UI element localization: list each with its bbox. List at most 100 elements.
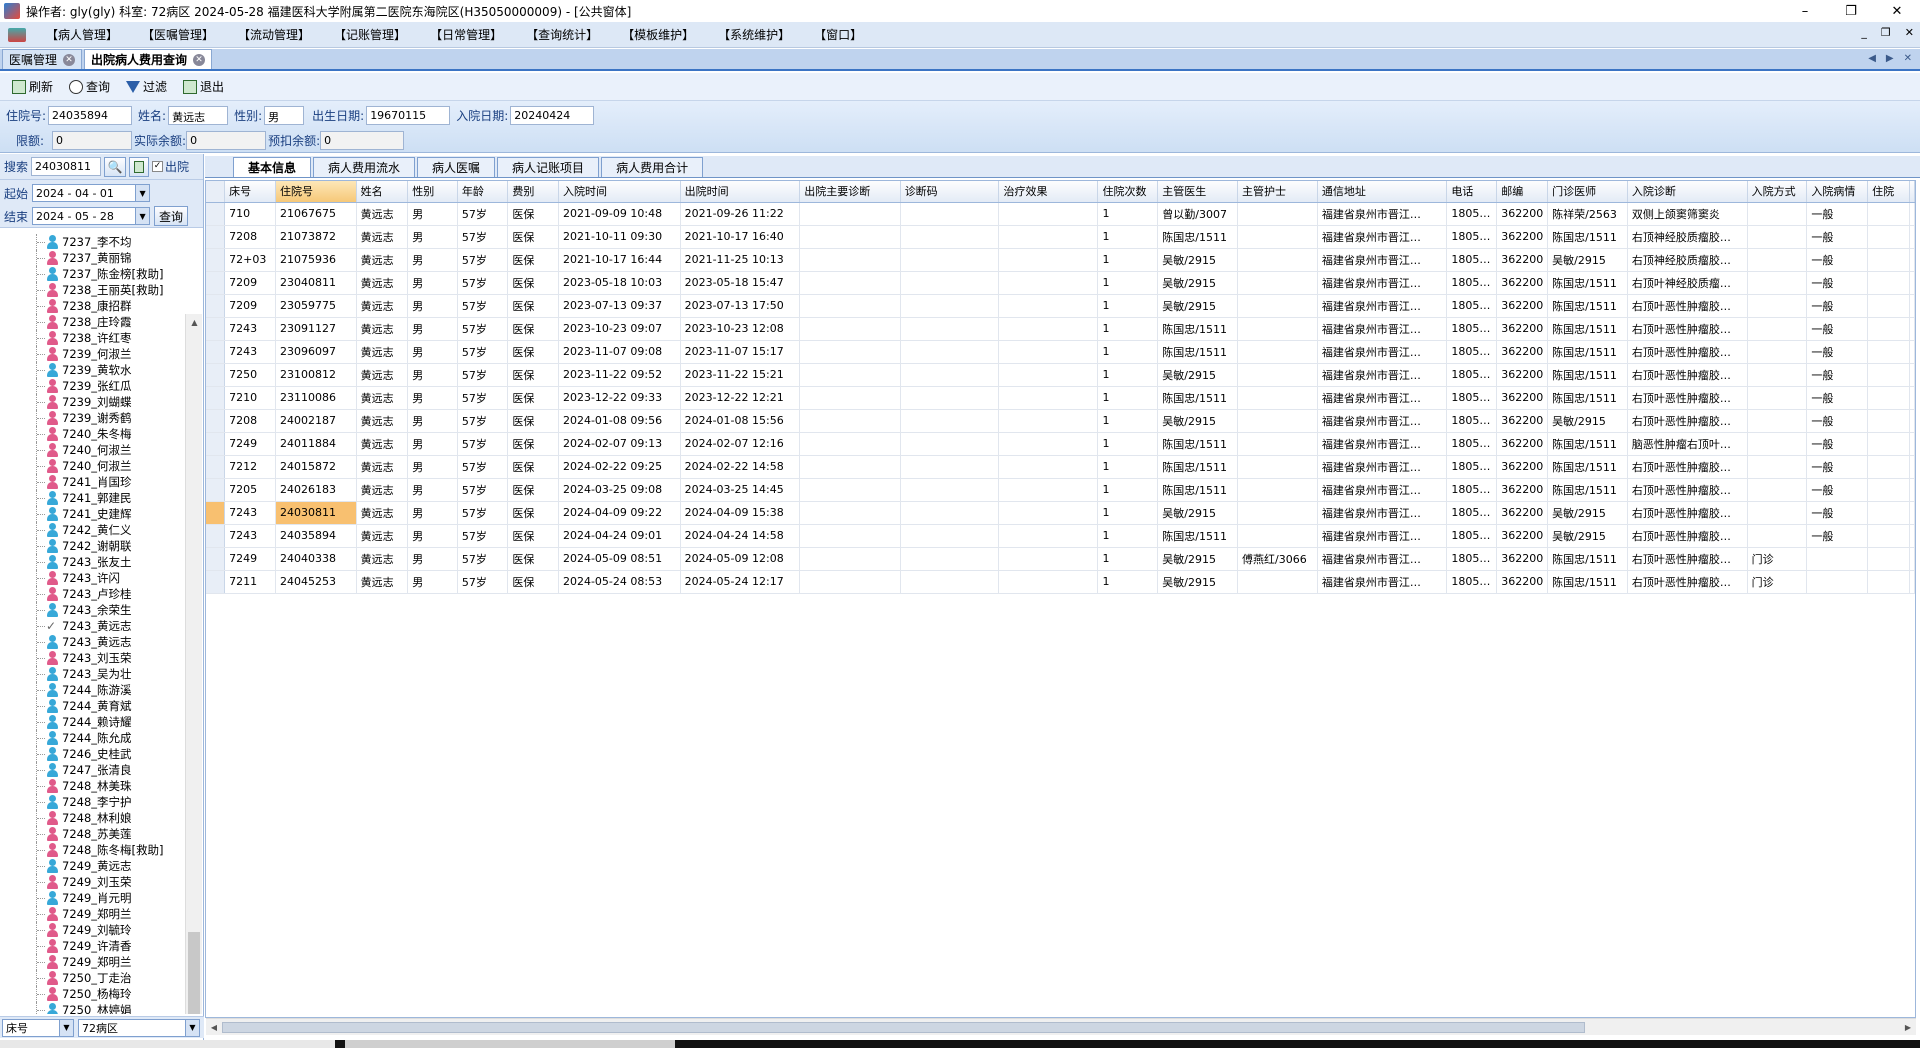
table-cell[interactable] <box>1237 501 1318 525</box>
patient-tree-item[interactable]: 7239_何淑兰 <box>0 346 185 362</box>
table-cell[interactable]: 57岁 <box>457 294 509 318</box>
row-header[interactable] <box>206 386 226 410</box>
table-cell[interactable] <box>998 202 1099 226</box>
patient-tree-item[interactable]: 7250_林婷娟 <box>0 1002 185 1014</box>
table-cell[interactable]: 福建省泉州市晋江… <box>1317 202 1448 226</box>
minimize-button[interactable]: – <box>1782 0 1828 22</box>
table-cell[interactable] <box>799 386 901 410</box>
table-cell[interactable] <box>998 340 1099 364</box>
close-button[interactable]: ✕ <box>1874 0 1920 22</box>
table-cell[interactable] <box>1237 386 1318 410</box>
table-row[interactable]: 7211 24045253 黄远志男 57岁 医保 2024-05-24 08:53 202… <box>206 570 1915 594</box>
table-cell[interactable] <box>998 455 1099 479</box>
table-cell[interactable]: 1 <box>1097 271 1159 295</box>
table-cell[interactable] <box>900 363 1000 387</box>
table-cell[interactable]: 2024-02-22 09:25 <box>558 455 681 479</box>
table-cell[interactable]: 陈国忠/1511 <box>1157 386 1239 410</box>
refresh-button[interactable]: 刷新 <box>6 76 59 98</box>
table-row[interactable]: 7243 23091127 黄远志男 57岁 医保 2023-10-23 09:07 202… <box>206 317 1915 341</box>
patient-tree-item[interactable]: 7237_李不均 <box>0 234 185 250</box>
table-cell[interactable]: 24040338 <box>275 547 357 571</box>
table-row[interactable]: 7210 23110086 黄远志男 57岁 医保 2023-12-22 09:33 202… <box>206 386 1915 410</box>
table-cell[interactable]: 2024-02-22 14:58 <box>680 455 801 479</box>
table-cell[interactable]: 1805… <box>1446 409 1498 433</box>
table-cell[interactable]: 一般 <box>1806 248 1869 272</box>
table-cell[interactable]: 右顶叶恶性肿瘤胶… <box>1627 455 1748 479</box>
patient-tree-item[interactable]: 7247_张清良 <box>0 762 185 778</box>
scroll-left-icon[interactable]: ◀ <box>206 1019 222 1036</box>
table-cell[interactable]: 医保 <box>507 271 559 295</box>
table-cell[interactable]: 362200 <box>1496 478 1549 502</box>
menu-patient-management[interactable]: 【病人管理】 <box>34 26 130 43</box>
table-cell[interactable]: 57岁 <box>457 570 509 594</box>
table-cell[interactable]: 2024-01-08 15:56 <box>680 409 801 433</box>
column-header[interactable]: 邮编 <box>1496 181 1549 203</box>
table-cell[interactable]: 1 <box>1097 202 1159 226</box>
table-cell[interactable]: 吴敏/2915 <box>1547 409 1628 433</box>
table-cell[interactable]: 医保 <box>507 317 559 341</box>
column-header[interactable]: 年龄 <box>457 181 509 203</box>
patient-tree-item[interactable]: 7243_卢珍桂 <box>0 586 185 602</box>
table-cell[interactable]: 男 <box>407 455 458 479</box>
table-cell[interactable]: 傅燕红/3066 <box>1237 547 1318 571</box>
menu-billing-management[interactable]: 【记账管理】 <box>322 26 418 43</box>
table-cell[interactable]: 福建省泉州市晋江… <box>1317 363 1448 387</box>
table-cell[interactable]: 男 <box>407 386 458 410</box>
mdi-close-button[interactable]: ✕ <box>1905 26 1914 39</box>
table-cell[interactable]: 2024-04-24 14:58 <box>680 524 801 548</box>
table-cell[interactable]: 福建省泉州市晋江… <box>1317 386 1448 410</box>
table-cell[interactable]: 7209 <box>224 294 276 318</box>
table-cell[interactable]: 362200 <box>1496 317 1549 341</box>
table-cell[interactable]: 2023-05-18 15:47 <box>680 271 801 295</box>
table-cell[interactable]: 24045253 <box>275 570 357 594</box>
table-cell[interactable]: 362200 <box>1496 225 1549 249</box>
table-cell[interactable]: 右顶神经胶质瘤胶… <box>1627 248 1748 272</box>
admission-no-field[interactable]: 24035894 <box>48 105 133 125</box>
table-cell[interactable] <box>900 501 1000 525</box>
table-cell[interactable]: 57岁 <box>457 432 509 456</box>
table-cell[interactable]: 7208 <box>224 225 276 249</box>
start-date-picker[interactable]: 2024 - 04 - 01 ▼ <box>32 184 151 202</box>
table-cell[interactable] <box>799 363 901 387</box>
column-header[interactable]: 门诊医师 <box>1547 181 1628 203</box>
table-cell[interactable]: 福建省泉州市晋江… <box>1317 294 1448 318</box>
table-cell[interactable]: 2024-02-07 12:16 <box>680 432 801 456</box>
table-cell[interactable]: 福建省泉州市晋江… <box>1317 478 1448 502</box>
table-cell[interactable]: 一般 <box>1806 225 1869 249</box>
menu-daily-management[interactable]: 【日常管理】 <box>418 26 514 43</box>
table-cell[interactable]: 陈国忠/1511 <box>1157 524 1239 548</box>
patient-tree-item[interactable]: 7249_肖元明 <box>0 890 185 906</box>
table-cell[interactable]: 右顶叶恶性肿瘤胶… <box>1627 524 1748 548</box>
patient-tree-item[interactable]: 7243_张友土 <box>0 554 185 570</box>
patient-tree-item[interactable]: ✓ 7243_黄远志 <box>0 618 185 634</box>
table-row[interactable]: 7243 24030811 黄远志男 57岁 医保 2024-04-09 09:22 202… <box>206 501 1915 525</box>
table-cell[interactable]: 7209 <box>224 271 276 295</box>
table-cell[interactable] <box>900 294 1000 318</box>
column-header[interactable]: 床号 <box>224 181 276 203</box>
row-header[interactable] <box>206 524 226 548</box>
actual-balance-field[interactable]: 0 <box>186 130 267 150</box>
patient-tree-item[interactable]: 7242_黄仁义 <box>0 522 185 538</box>
table-cell[interactable]: 医保 <box>507 455 559 479</box>
table-cell[interactable]: 吴敏/2915 <box>1157 294 1239 318</box>
table-cell[interactable] <box>1747 363 1808 387</box>
table-cell[interactable]: 362200 <box>1496 524 1549 548</box>
table-cell[interactable] <box>900 248 1000 272</box>
patient-tree-item[interactable]: 7240_何淑兰 <box>0 442 185 458</box>
table-cell[interactable] <box>900 202 1000 226</box>
table-cell[interactable]: 2024-05-09 08:51 <box>558 547 681 571</box>
table-cell[interactable]: 7211 <box>224 570 276 594</box>
table-cell[interactable]: 2023-12-22 12:21 <box>680 386 801 410</box>
table-cell[interactable]: 1 <box>1097 225 1159 249</box>
table-cell[interactable] <box>998 409 1099 433</box>
patient-tree-item[interactable]: 7237_陈金榜[救助] <box>0 266 185 282</box>
table-cell[interactable]: 1 <box>1097 547 1159 571</box>
patient-tree-item[interactable]: 7250_丁走治 <box>0 970 185 986</box>
table-cell[interactable]: 右顶叶恶性肿瘤胶… <box>1627 386 1748 410</box>
table-cell[interactable]: 1 <box>1097 386 1159 410</box>
table-cell[interactable] <box>1867 317 1910 341</box>
chevron-down-icon[interactable]: ▼ <box>59 1019 73 1036</box>
table-cell[interactable] <box>799 294 901 318</box>
table-cell[interactable]: 福建省泉州市晋江… <box>1317 248 1448 272</box>
table-cell[interactable]: 362200 <box>1496 363 1549 387</box>
